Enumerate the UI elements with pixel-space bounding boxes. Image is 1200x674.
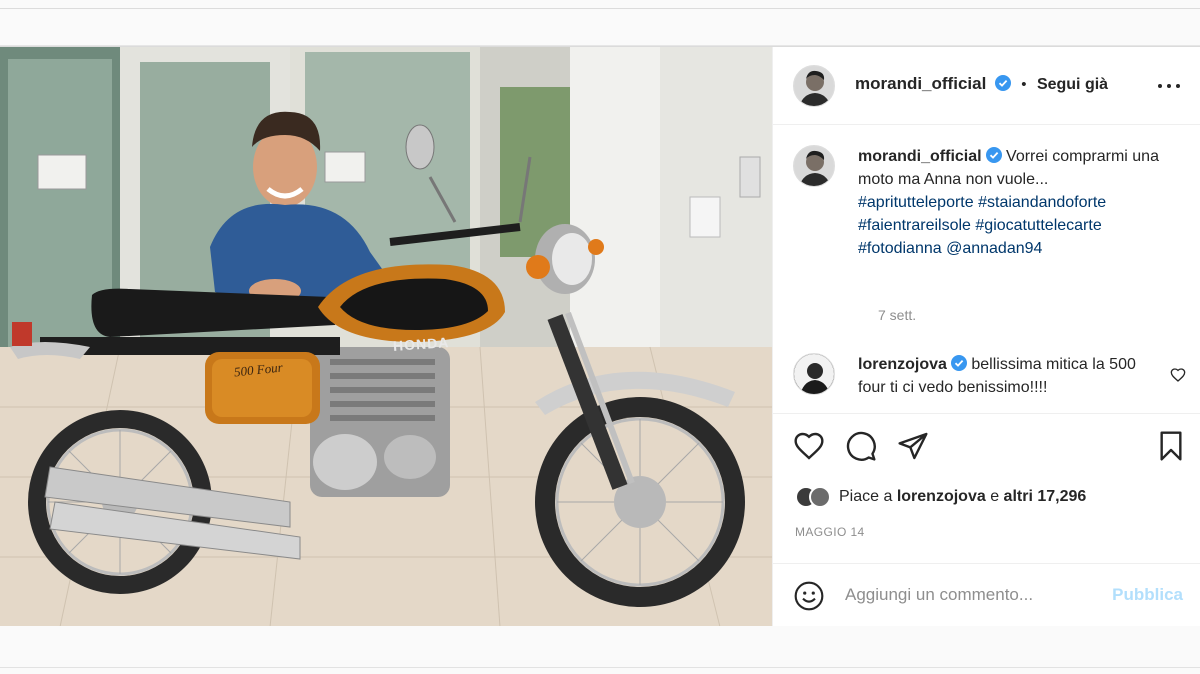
hashtag-link[interactable]: #aprituttelepor​te: [858, 194, 974, 211]
like-heart-icon[interactable]: [793, 430, 825, 462]
mention-link[interactable]: @annadan94: [946, 240, 1042, 257]
post-photo[interactable]: HONDA 500 Four: [0, 47, 772, 627]
add-comment-input[interactable]: [845, 582, 1095, 608]
hashtag-link[interactable]: #giocatuttelecarte: [975, 217, 1101, 234]
author-avatar[interactable]: [793, 65, 835, 107]
hashtag-link[interactable]: #fotodianna: [858, 240, 942, 257]
caption-text: morandi_official Vorrei comprarmi una mo…: [858, 145, 1168, 260]
photo-illustration: [0, 47, 772, 627]
verified-badge-icon: [985, 147, 1002, 163]
comment-text: lorenzojova bellissima mitica la 500 fou…: [858, 353, 1158, 399]
likes-joiner: e: [990, 488, 1000, 505]
caption-avatar[interactable]: [793, 145, 835, 187]
save-bookmark-icon[interactable]: [1155, 430, 1187, 462]
author-username[interactable]: morandi_official: [855, 74, 986, 93]
post-date[interactable]: MAGGIO 14: [795, 525, 865, 539]
browser-bottom-bar: [0, 626, 1200, 674]
share-paper-plane-icon[interactable]: [897, 430, 929, 462]
likes-summary: Piace a lorenzojova e altri 17,296: [795, 486, 1086, 508]
caption-username[interactable]: morandi_official: [858, 148, 982, 165]
emoji-smiley-icon[interactable]: [793, 580, 825, 612]
follow-status-button[interactable]: Segui già: [1037, 76, 1108, 93]
post-side-panel: morandi_official • Segui già morandi_off…: [772, 47, 1200, 627]
post-header: morandi_official • Segui già: [773, 47, 1200, 125]
caption-time[interactable]: 7 sett.: [878, 307, 916, 323]
verified-badge-icon: [950, 355, 967, 371]
more-options-icon[interactable]: [1157, 75, 1181, 95]
likes-prefix: Piace a: [839, 488, 893, 505]
separator-dot: •: [1021, 76, 1027, 93]
comment-like-heart-icon[interactable]: [1170, 367, 1186, 383]
liker-username[interactable]: lorenzojova: [897, 488, 986, 506]
hashtag-link[interactable]: #staiandandoforte: [978, 194, 1106, 211]
user-avatar-icon: [794, 146, 834, 186]
post-actions: Piace a lorenzojova e altri 17,296 MAGGI…: [773, 413, 1200, 563]
instagram-post: HONDA 500 Four morandi_official • Segui …: [0, 46, 1200, 627]
publish-button[interactable]: Pubblica: [1112, 585, 1183, 605]
browser-top-bar: [0, 0, 1200, 46]
comment-bubble-icon[interactable]: [845, 430, 877, 462]
likes-others-count[interactable]: altri 17,296: [1004, 488, 1087, 506]
liker-avatars: [795, 486, 831, 508]
hashtag-link[interactable]: #faientrareilsole: [858, 217, 971, 234]
add-comment-bar: Pubblica: [773, 563, 1200, 627]
liker-avatar: [809, 486, 831, 508]
user-avatar-icon: [794, 66, 834, 106]
commenter-username[interactable]: lorenzojova: [858, 356, 947, 373]
verified-badge-icon: [994, 75, 1011, 91]
commenter-avatar[interactable]: [793, 353, 835, 395]
user-avatar-icon: [794, 354, 834, 394]
